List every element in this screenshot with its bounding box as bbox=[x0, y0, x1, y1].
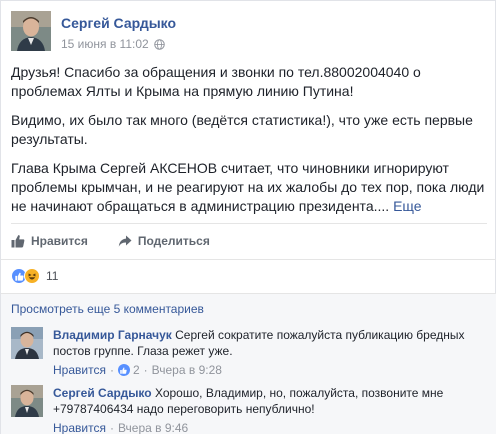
comment-time[interactable]: Вчера в 9:46 bbox=[118, 421, 188, 434]
reaction-count: 11 bbox=[46, 269, 59, 283]
divider bbox=[11, 223, 487, 224]
post-body: Друзья! Спасибо за обращения и звонки по… bbox=[11, 63, 489, 216]
comment-meta: Нравится · Вчера в 9:46 bbox=[53, 421, 188, 434]
post-timestamp[interactable]: 15 июня в 11:02 bbox=[61, 37, 165, 51]
comment-text: Владимир Гарначук Сергей сократите пожал… bbox=[53, 327, 487, 359]
author-avatar[interactable] bbox=[11, 11, 51, 51]
commenter-avatar[interactable] bbox=[11, 327, 43, 359]
globe-icon bbox=[153, 38, 165, 50]
meta-separator: · bbox=[109, 421, 114, 434]
post-time-text[interactable]: 15 июня в 11:02 bbox=[61, 37, 149, 51]
comment-like-link[interactable]: Нравится bbox=[53, 363, 106, 377]
comment-like-link[interactable]: Нравится bbox=[53, 421, 106, 434]
comment-meta: Нравится · 2 · Вчера в 9:28 bbox=[53, 363, 222, 377]
thumbs-up-icon bbox=[11, 235, 25, 248]
haha-icon bbox=[24, 268, 40, 284]
post-paragraph-2: Видимо, их было так много (ведётся стати… bbox=[11, 112, 473, 147]
comment-time[interactable]: Вчера в 9:28 bbox=[152, 363, 222, 377]
commenter-avatar[interactable] bbox=[11, 385, 43, 417]
post-paragraph-3: Глава Крыма Сергей АКСЕНОВ считает, что … bbox=[11, 159, 489, 216]
share-button[interactable]: Поделиться bbox=[118, 234, 210, 248]
like-icon bbox=[117, 364, 130, 376]
comment-like-count[interactable]: 2 bbox=[133, 363, 140, 377]
meta-separator: · bbox=[143, 363, 148, 377]
comment-author[interactable]: Сергей Сардыко bbox=[53, 386, 152, 400]
post-paragraph-1: Друзья! Спасибо за обращения и звонки по… bbox=[11, 64, 421, 99]
comment-author[interactable]: Владимир Гарначук bbox=[53, 328, 172, 342]
like-button-label: Нравится bbox=[31, 234, 88, 248]
divider bbox=[1, 259, 496, 260]
meta-separator: · bbox=[109, 363, 114, 377]
reactions-summary[interactable]: 11 bbox=[11, 267, 58, 285]
share-button-label: Поделиться bbox=[137, 234, 210, 248]
action-bar: Нравится Поделиться bbox=[11, 229, 487, 253]
post-card: Сергей Сардыко 15 июня в 11:02 Друзья! С… bbox=[0, 0, 496, 434]
view-more-comments-link[interactable]: Просмотреть еще 5 комментариев bbox=[11, 302, 204, 316]
share-arrow-icon bbox=[118, 235, 132, 247]
post-author-name[interactable]: Сергей Сардыко bbox=[61, 15, 176, 31]
like-button[interactable]: Нравится bbox=[11, 234, 88, 248]
see-more-link[interactable]: Еще bbox=[393, 198, 422, 214]
comment-text: Сергей Сардыко Хорошо, Владимир, но, пож… bbox=[53, 385, 487, 417]
